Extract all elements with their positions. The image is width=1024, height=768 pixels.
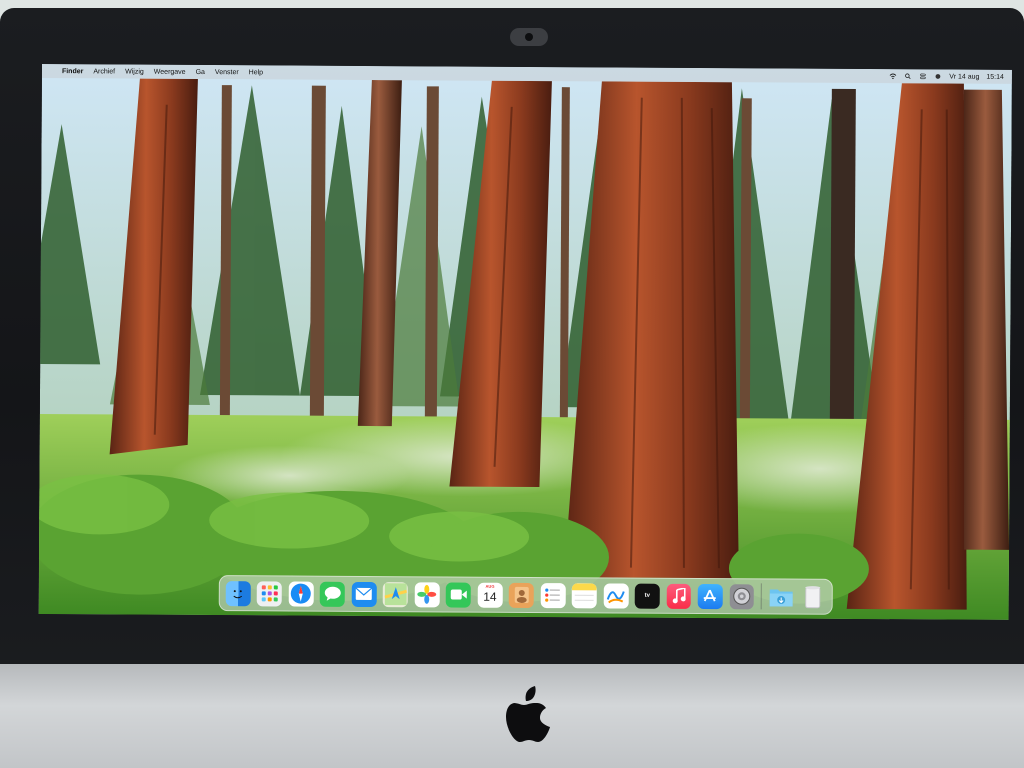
reminders-icon[interactable]	[540, 582, 566, 608]
mail-icon[interactable]	[351, 581, 377, 607]
calendar-icon[interactable]: AUG 14	[477, 582, 503, 608]
finder-icon[interactable]	[225, 580, 251, 606]
menu-archief[interactable]: Archief	[93, 68, 115, 75]
notes-icon[interactable]	[571, 582, 597, 608]
safari-icon[interactable]	[288, 581, 314, 607]
menu-weergave[interactable]: Weergave	[154, 68, 186, 75]
contacts-icon[interactable]	[508, 582, 534, 608]
desktop-wallpaper	[38, 64, 1012, 620]
trash-icon[interactable]	[800, 584, 825, 609]
dock: AUG 14 tv	[218, 575, 833, 615]
control-center-icon[interactable]	[919, 73, 927, 80]
menu-finder[interactable]: Finder	[62, 68, 83, 75]
apple-logo-icon	[506, 686, 550, 742]
facetime-icon[interactable]	[445, 581, 471, 608]
photos-icon[interactable]	[414, 581, 440, 607]
menu-bar-status: Vr 14 aug 15:14	[889, 69, 1004, 84]
messages-icon[interactable]	[320, 581, 346, 607]
search-icon[interactable]	[904, 73, 912, 79]
appletv-label: tv	[644, 592, 650, 599]
appstore-icon[interactable]	[697, 583, 723, 609]
menu-ga[interactable]: Ga	[196, 68, 205, 75]
launchpad-icon[interactable]	[257, 580, 283, 606]
desktop-screen: Finder Archief Wijzig Weergave Ga Venste…	[38, 64, 1012, 620]
downloads-folder-icon[interactable]	[769, 584, 794, 609]
music-icon[interactable]	[666, 583, 692, 609]
maps-icon[interactable]	[383, 581, 409, 607]
webcam-lens	[525, 33, 533, 41]
settings-icon[interactable]	[729, 583, 755, 609]
menu-help[interactable]: Help	[249, 69, 263, 76]
dock-separator	[760, 583, 762, 610]
menu-venster[interactable]: Venster	[215, 69, 239, 76]
siri-icon[interactable]	[934, 73, 942, 79]
calendar-month: AUG	[485, 583, 495, 589]
menu-bar-time[interactable]: 15:14	[986, 73, 1004, 80]
menu-bar-date[interactable]: Vr 14 aug	[949, 73, 979, 80]
menu-wijzig[interactable]: Wijzig	[125, 68, 144, 75]
appletv-icon[interactable]: tv	[634, 583, 660, 609]
wifi-icon[interactable]	[889, 73, 897, 80]
calendar-day: 14	[483, 589, 497, 604]
freeform-icon[interactable]	[603, 582, 629, 609]
